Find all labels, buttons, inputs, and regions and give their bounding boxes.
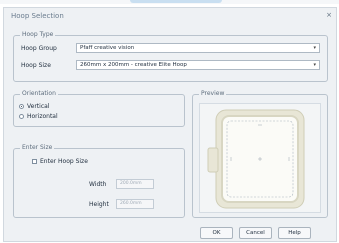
- enter-hoop-size-option[interactable]: Enter Hoop Size: [32, 158, 112, 166]
- hoop-size-label: Hoop Size: [21, 62, 51, 69]
- chevron-down-icon: ▾: [313, 45, 316, 51]
- hoop-size-value: 260mm x 200mm - creative Elite Hoop: [80, 62, 187, 68]
- width-label: Width: [89, 181, 107, 188]
- cancel-button[interactable]: Cancel: [239, 227, 272, 239]
- top-strip: [0, 0, 339, 4]
- enter-size-legend: Enter Size: [20, 144, 55, 151]
- hoop-type-group: Hoop Type Hoop Group Pfaff creative visi…: [13, 31, 328, 82]
- orientation-group: Orientation Vertical Horizontal: [13, 90, 185, 127]
- orientation-option-horizontal[interactable]: Horizontal: [19, 113, 79, 121]
- orientation-legend: Orientation: [20, 90, 58, 97]
- width-input[interactable]: 200.0mm: [116, 179, 154, 189]
- ok-button[interactable]: OK: [200, 227, 233, 239]
- hoop-group-select[interactable]: Pfaff creative vision ▾: [76, 43, 320, 53]
- vertical-radio[interactable]: [19, 104, 24, 109]
- height-input[interactable]: 260.0mm: [116, 199, 154, 209]
- hoop-size-select[interactable]: 260mm x 200mm - creative Elite Hoop ▾: [76, 60, 320, 70]
- enter-hoop-size-checkbox[interactable]: [32, 159, 37, 164]
- hoop-left-bracket: [207, 147, 219, 173]
- hoop-type-legend: Hoop Type: [20, 31, 56, 38]
- preview-legend: Preview: [199, 90, 227, 97]
- dialog-title: Hoop Selection: [11, 12, 64, 20]
- orientation-option-vertical[interactable]: Vertical: [19, 103, 79, 111]
- horizontal-label: Horizontal: [27, 113, 58, 120]
- hoop-selection-dialog: Hoop Selection × Hoop Type Hoop Group Pf…: [3, 7, 337, 242]
- chevron-down-icon: ▾: [313, 62, 316, 68]
- vertical-label: Vertical: [27, 103, 50, 110]
- horizontal-radio[interactable]: [19, 114, 24, 119]
- close-icon[interactable]: ×: [326, 11, 332, 19]
- enter-size-group: Enter Size Enter Hoop Size Width 200.0mm…: [13, 144, 185, 218]
- hoop-group-value: Pfaff creative vision: [80, 45, 135, 51]
- help-button[interactable]: Help: [278, 227, 311, 239]
- preview-canvas: [199, 103, 321, 213]
- title-bar: Hoop Selection ×: [4, 8, 336, 25]
- hoop-preview: [207, 109, 305, 209]
- preview-group: Preview: [192, 90, 328, 218]
- ribbon-tab-highlight: [130, 0, 222, 3]
- height-label: Height: [89, 201, 109, 208]
- enter-hoop-size-label: Enter Hoop Size: [40, 158, 88, 165]
- hoop-group-label: Hoop Group: [21, 45, 57, 52]
